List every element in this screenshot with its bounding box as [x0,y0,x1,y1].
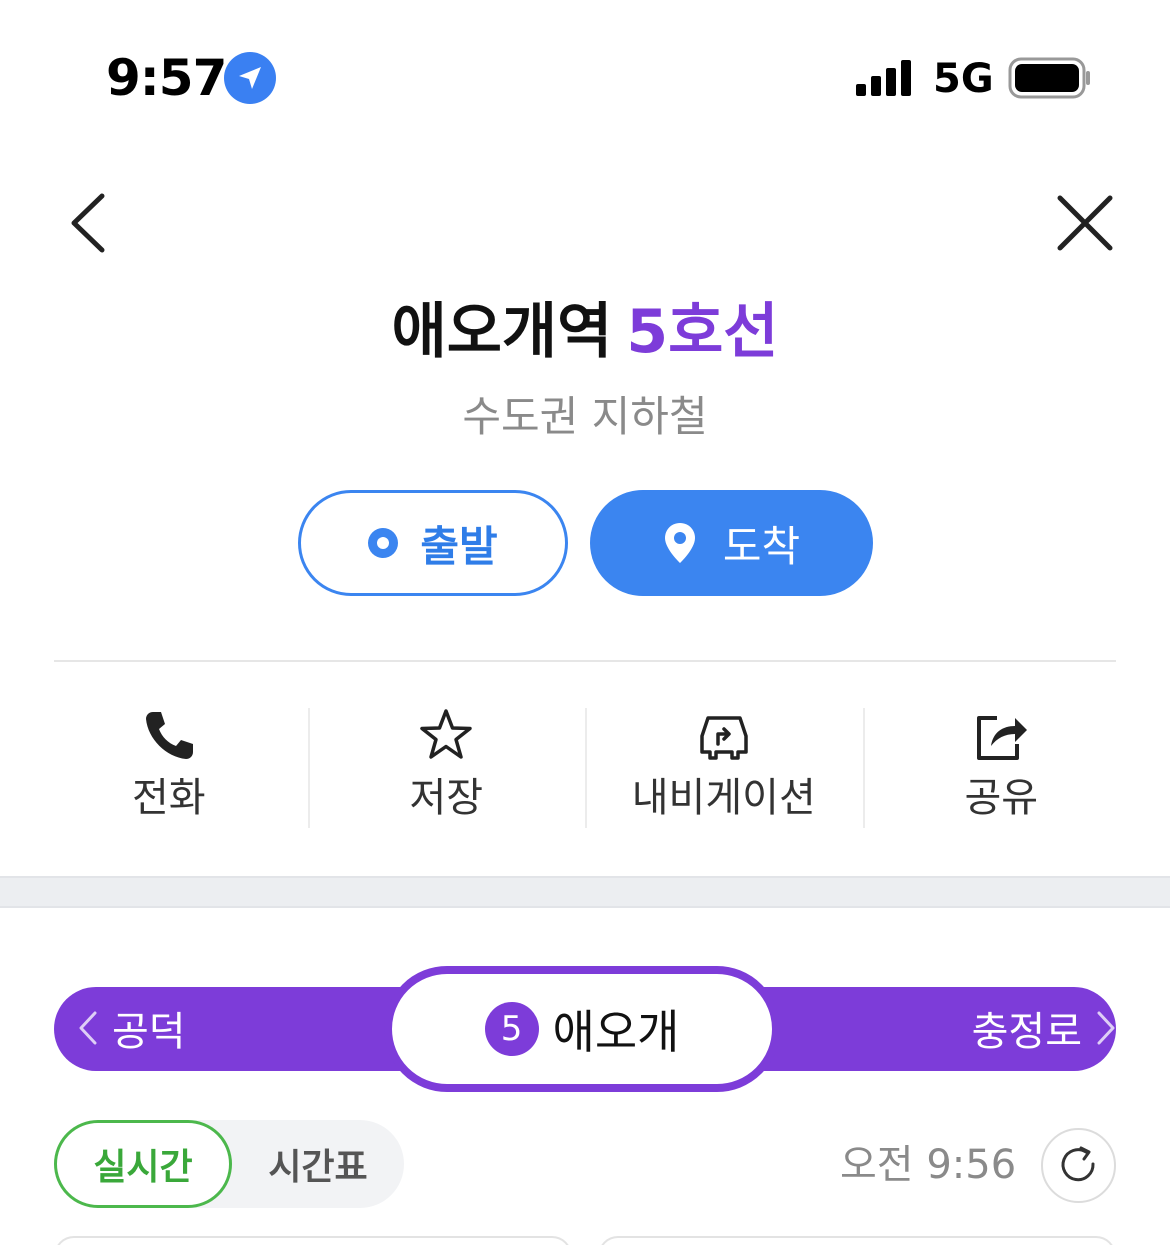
share-label: 공유 [964,775,1039,821]
phone-icon [145,712,193,759]
station-category: 수도권 지하철 [462,392,708,441]
prev-station-label: 공덕 [112,1009,186,1055]
share-icon [977,716,1028,760]
chevron-right-icon [1097,1011,1115,1045]
next-station-button[interactable]: 충정로 [972,998,1116,1058]
current-station: 5 애오개 [384,966,780,1092]
navigation-action[interactable]: 내비게이션 [585,700,863,830]
call-action[interactable]: 전화 [30,700,308,830]
station-name: 애오개역 [391,297,613,367]
prev-station-button[interactable]: 공덕 [78,998,186,1058]
network-type: 5G [933,56,994,102]
navigation-label: 내비게이션 [631,775,816,821]
next-station-label: 충정로 [971,1009,1082,1055]
chevron-left-icon[interactable] [62,190,118,256]
action-row: 전화 저장 내비게이션 공유 [30,700,1140,830]
arrival-card[interactable] [598,1236,1116,1245]
star-icon [420,709,472,759]
line-name: 5호선 [626,297,779,367]
cellular-signal-icon [856,60,911,96]
map-pin-icon [664,523,695,563]
arrive-label: 도착 [722,521,801,571]
save-label: 저장 [409,775,484,821]
current-station-label: 애오개 [552,1005,680,1059]
location-arrow-icon [224,52,276,104]
call-label: 전화 [131,775,206,821]
close-icon[interactable] [1054,192,1116,254]
refresh-icon [1061,1146,1095,1181]
share-action[interactable]: 공유 [862,700,1141,830]
status-time: 9:57 [106,49,227,107]
battery-icon [1008,57,1090,99]
divider [54,660,1116,662]
save-action[interactable]: 저장 [307,700,586,830]
page-title: 애오개역 5호선 [0,296,1170,368]
depart-label: 출발 [420,521,498,571]
car-navigation-icon [700,716,748,760]
line-number-badge: 5 [484,1002,539,1056]
refresh-button[interactable] [1041,1128,1116,1203]
tab-realtime[interactable]: 실시간 [54,1120,232,1208]
chevron-left-icon [79,1011,97,1045]
arrival-card[interactable] [54,1236,572,1245]
tab-timetable[interactable]: 시간표 [232,1120,404,1208]
origin-dot-icon [368,528,399,558]
arrive-button[interactable]: 도착 [590,490,873,596]
updated-time: 오전 9:56 [840,1142,1017,1188]
depart-button[interactable]: 출발 [298,490,568,596]
section-separator [0,876,1170,908]
